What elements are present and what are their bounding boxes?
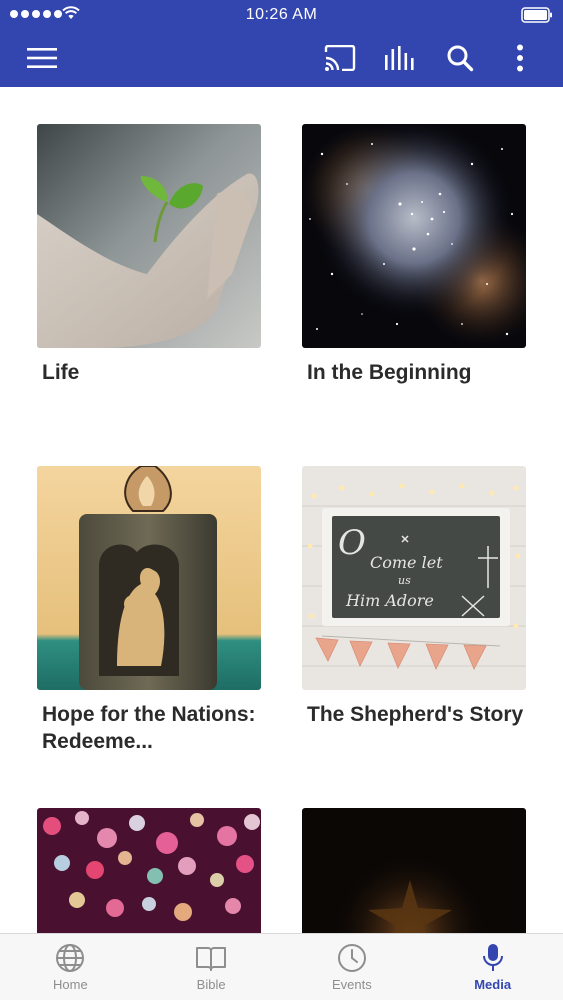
media-title: The Shepherd's Story: [307, 703, 524, 726]
menu-button[interactable]: [22, 38, 62, 78]
media-grid: Life In the Beginning Hope for the Natio…: [0, 87, 563, 933]
media-thumbnail-bokeh: [37, 808, 261, 933]
tab-label-media: Media: [474, 977, 512, 992]
tab-media[interactable]: Media: [422, 934, 563, 1000]
cast-icon: [324, 45, 356, 71]
app-bar: [0, 30, 563, 87]
tab-home[interactable]: Home: [0, 934, 141, 1000]
chalk-come-let: Come let: [370, 553, 443, 572]
chalk-o: O: [338, 523, 366, 563]
equalizer-button[interactable]: [380, 38, 420, 78]
media-thumbnail-sprout: [37, 124, 261, 348]
more-options-button[interactable]: [500, 38, 540, 78]
tab-label-events: Events: [332, 977, 372, 992]
menu-icon: [27, 48, 57, 68]
globe-icon: [56, 944, 85, 972]
tab-events[interactable]: Events: [282, 934, 423, 1000]
media-card-bokeh[interactable]: [37, 808, 261, 933]
top-bar: 10:26 AM: [0, 0, 563, 87]
search-button[interactable]: [440, 38, 480, 78]
tab-bible[interactable]: Bible: [141, 934, 282, 1000]
status-time: 10:26 AM: [245, 6, 318, 23]
microphone-icon: [482, 944, 503, 971]
tab-label-bible: Bible: [196, 977, 226, 992]
media-title: In the Beginning: [307, 361, 472, 384]
book-icon: [196, 947, 227, 971]
more-vertical-icon: [517, 44, 523, 72]
media-card-the-shepherds-story[interactable]: O Come let us Him Adore The Shepherd's S…: [302, 466, 526, 728]
media-title: Life: [42, 361, 80, 384]
media-thumbnail-star: [302, 808, 526, 933]
clock-icon: [337, 944, 366, 972]
media-thumbnail-chalkboard: O Come let us Him Adore: [302, 466, 526, 690]
media-thumbnail-nebula: [302, 124, 526, 348]
media-card-life[interactable]: Life: [37, 124, 261, 386]
chalk-us: us: [398, 574, 411, 587]
equalizer-icon: [385, 46, 414, 70]
cast-button[interactable]: [320, 38, 360, 78]
status-bar: 10:26 AM: [0, 0, 563, 30]
bottom-tab-bar: Home Bible Events Media: [0, 933, 563, 1000]
media-card-star[interactable]: [302, 808, 526, 933]
chalk-him-adore: Him Adore: [345, 591, 434, 610]
media-title: Hope for the Nations: Redeeme...: [42, 703, 256, 753]
media-thumbnail-candle: [37, 466, 261, 690]
media-card-in-the-beginning[interactable]: In the Beginning: [302, 124, 526, 386]
tab-label-home: Home: [53, 977, 88, 992]
media-card-hope-for-the-nations[interactable]: Hope for the Nations: Redeeme...: [37, 466, 261, 755]
search-icon: [447, 45, 474, 72]
battery-icon: [521, 7, 552, 23]
